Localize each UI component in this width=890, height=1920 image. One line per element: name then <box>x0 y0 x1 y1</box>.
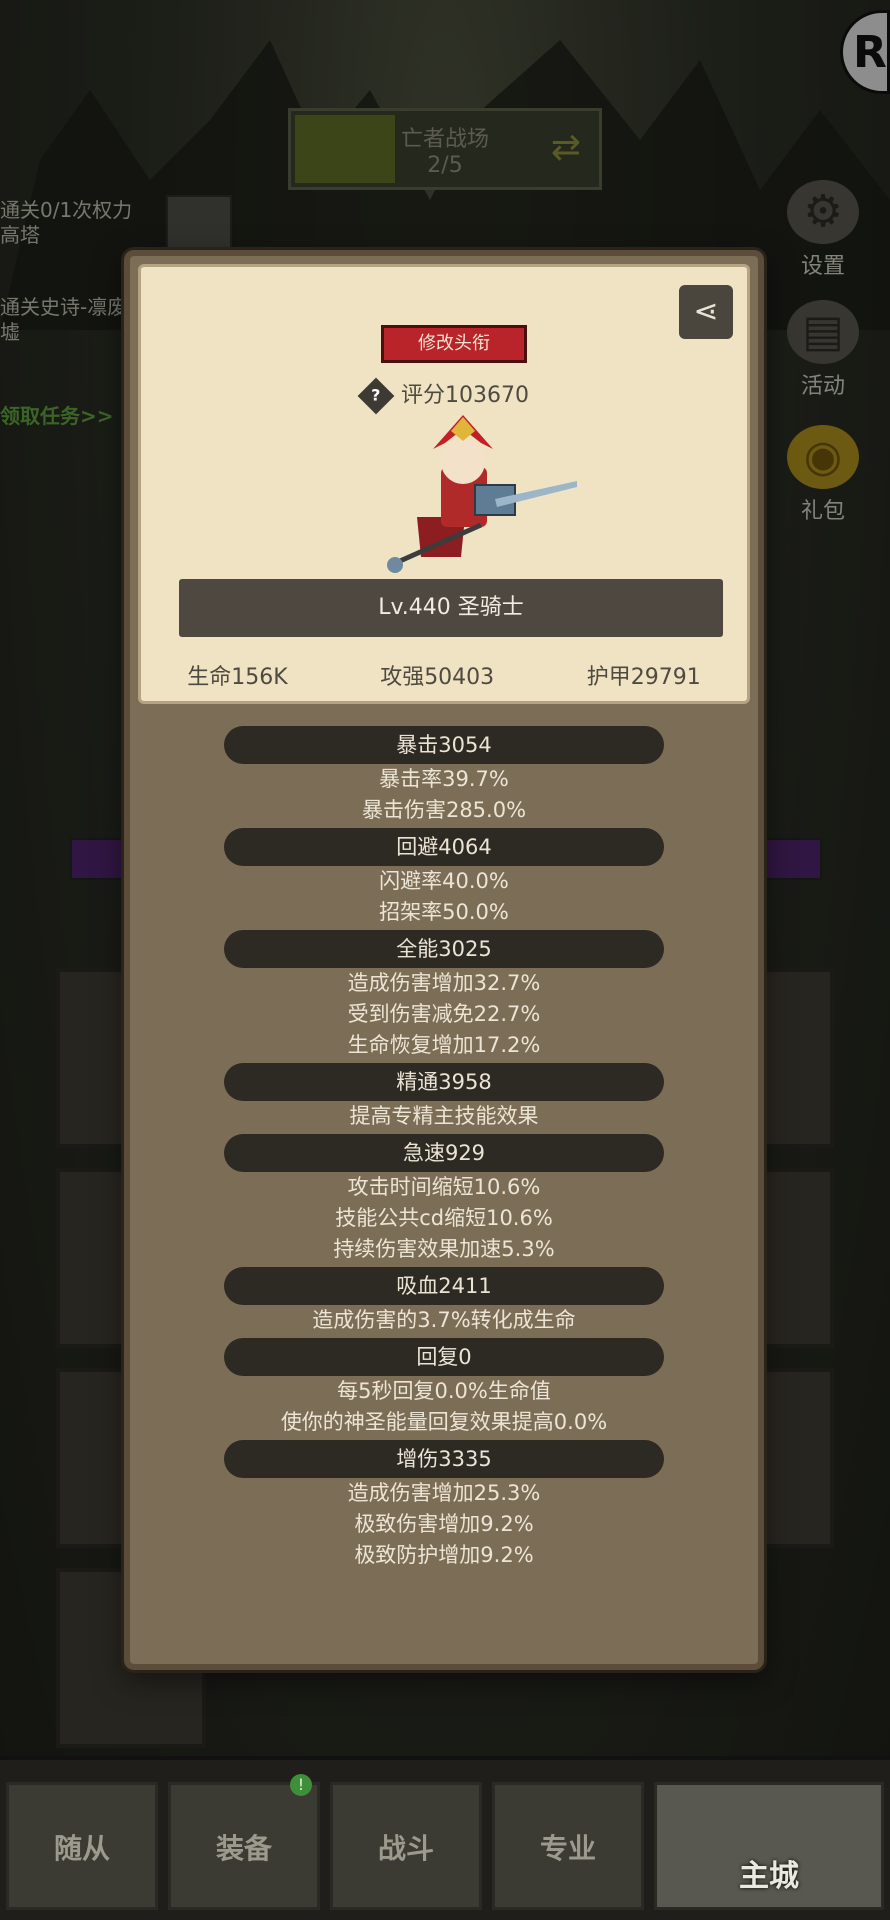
attribute-line: 生命恢复增加17.2% <box>347 1033 541 1057</box>
attribute-line: 攻击时间缩短10.6% <box>347 1175 541 1199</box>
bottom-nav: 随从 装备 ! 战斗 专业 主城 <box>0 1756 890 1920</box>
level-class-bar: Lv.440 圣骑士 <box>179 579 723 637</box>
attribute-line: 受到伤害减免22.7% <box>347 1002 541 1026</box>
character-stats-panel: ⋖ 修改头衔 ? 评分103670 Lv.440 圣骑士 生命156K 攻强504… <box>124 250 764 1670</box>
attribute-line: 使你的神圣能量回复效果提高0.0% <box>280 1410 608 1434</box>
score-text: 评分103670 <box>401 383 529 408</box>
attribute-line: 极致防护增加9.2% <box>354 1543 534 1567</box>
tab-followers[interactable]: 随从 <box>6 1782 158 1910</box>
attribute-line: 每5秒回复0.0%生命值 <box>337 1379 551 1403</box>
attribute-line: 造成伤害增加32.7% <box>347 971 541 995</box>
share-icon: ⋖ <box>693 294 719 329</box>
tab-main-city[interactable]: 主城 <box>654 1782 884 1910</box>
attribute-group-haste: 急速929 攻击时间缩短10.6% 技能公共cd缩短10.6% 持续伤害效果加速… <box>130 1134 758 1265</box>
armor-stat: 护甲29791 <box>586 665 701 690</box>
attribute-header: 急速929 <box>224 1134 664 1172</box>
attribute-line: 造成伤害的3.7%转化成生命 <box>312 1308 576 1332</box>
attribute-header: 回复0 <box>224 1338 664 1376</box>
attack-stat: 攻强50403 <box>380 665 495 690</box>
core-stats: 生命156K 攻强50403 护甲29791 <box>141 659 747 691</box>
character-card: ⋖ 修改头衔 ? 评分103670 Lv.440 圣骑士 生命156K 攻强504… <box>138 264 750 704</box>
attribute-line: 提高专精主技能效果 <box>349 1104 539 1128</box>
change-title-button[interactable]: 修改头衔 <box>381 325 527 363</box>
attribute-group-crit: 暴击3054 暴击率39.7% 暴击伤害285.0% <box>130 726 758 826</box>
score-row: ? 评分103670 <box>357 377 529 415</box>
attribute-line: 造成伤害增加25.3% <box>347 1481 541 1505</box>
attribute-line: 极致伤害增加9.2% <box>354 1512 534 1536</box>
attribute-line: 技能公共cd缩短10.6% <box>335 1206 553 1230</box>
tab-battle[interactable]: 战斗 <box>330 1782 482 1910</box>
attribute-header: 暴击3054 <box>224 726 664 764</box>
attribute-group-damage-bonus: 增伤3335 造成伤害增加25.3% 极致伤害增加9.2% 极致防护增加9.2% <box>130 1440 758 1571</box>
notification-badge: ! <box>290 1774 312 1796</box>
tab-profession[interactable]: 专业 <box>492 1782 644 1910</box>
attribute-group-regen: 回复0 每5秒回复0.0%生命值 使你的神圣能量回复效果提高0.0% <box>130 1338 758 1438</box>
attribute-header: 精通3958 <box>224 1063 664 1101</box>
attribute-line: 闪避率40.0% <box>379 869 509 893</box>
attribute-header: 增伤3335 <box>224 1440 664 1478</box>
character-portrait <box>387 415 577 573</box>
attribute-line: 招架率50.0% <box>379 900 509 924</box>
attribute-header: 回避4064 <box>224 828 664 866</box>
hp-stat: 生命156K <box>187 665 288 690</box>
attribute-group-avoid: 回避4064 闪避率40.0% 招架率50.0% <box>130 828 758 928</box>
share-button[interactable]: ⋖ <box>679 285 733 339</box>
attribute-group-lifesteal: 吸血2411 造成伤害的3.7%转化成生命 <box>130 1267 758 1336</box>
attribute-header: 吸血2411 <box>224 1267 664 1305</box>
tab-equipment[interactable]: 装备 <box>168 1782 320 1910</box>
attribute-list: 暴击3054 暴击率39.7% 暴击伤害285.0% 回避4064 闪避率40.… <box>130 726 758 1573</box>
attribute-line: 暴击伤害285.0% <box>361 798 527 822</box>
attribute-header: 全能3025 <box>224 930 664 968</box>
attribute-line: 暴击率39.7% <box>379 767 509 791</box>
attribute-group-versatility: 全能3025 造成伤害增加32.7% 受到伤害减免22.7% 生命恢复增加17.… <box>130 930 758 1061</box>
attribute-line: 持续伤害效果加速5.3% <box>333 1237 555 1261</box>
attribute-group-mastery: 精通3958 提高专精主技能效果 <box>130 1063 758 1132</box>
